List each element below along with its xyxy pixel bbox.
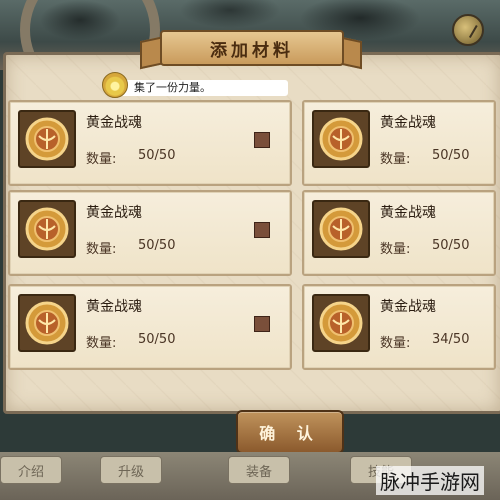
select-checkbox[interactable] <box>254 316 270 332</box>
golden-soul-icon <box>312 110 370 168</box>
material-name: 黄金战魂 <box>380 115 436 131</box>
quantity-value: 50/50 <box>138 332 176 347</box>
select-checkbox[interactable] <box>254 222 270 238</box>
quantity-label: 数量: <box>86 152 117 167</box>
quantity-label: 数量: <box>380 242 411 257</box>
material-name: 黄金战魂 <box>86 205 142 221</box>
material-name: 黄金战魂 <box>380 299 436 315</box>
dialog-title-banner: 添加材料 <box>160 30 344 66</box>
watermark: 脉冲手游网 <box>376 466 484 495</box>
confirm-button[interactable]: 确 认 <box>236 410 344 454</box>
quantity-value: 50/50 <box>138 238 176 253</box>
golden-soul-icon <box>312 200 370 258</box>
quill-icon[interactable] <box>452 14 484 46</box>
quantity-label: 数量: <box>86 242 117 257</box>
material-name: 黄金战魂 <box>86 115 142 131</box>
golden-soul-icon <box>18 200 76 258</box>
tab-upgrade[interactable]: 升级 <box>100 456 162 484</box>
quantity-label: 数量: <box>380 336 411 351</box>
material-name: 黄金战魂 <box>86 299 142 315</box>
golden-soul-icon <box>18 294 76 352</box>
select-checkbox[interactable] <box>254 132 270 148</box>
golden-soul-icon <box>18 110 76 168</box>
material-card[interactable]: 黄金战魂 数量: 50/50 <box>8 284 292 370</box>
quantity-label: 数量: <box>380 152 411 167</box>
dialog-title: 添加材料 <box>210 40 294 61</box>
quantity-value: 50/50 <box>432 148 470 163</box>
snail-icon <box>102 72 128 98</box>
material-card[interactable]: 黄金战魂 数量: 34/50 <box>302 284 496 370</box>
quantity-value: 34/50 <box>432 332 470 347</box>
quantity-value: 50/50 <box>432 238 470 253</box>
material-card[interactable]: 黄金战魂 数量: 50/50 <box>302 100 496 186</box>
tab-equipment[interactable]: 装备 <box>228 456 290 484</box>
tab-intro[interactable]: 介绍 <box>0 456 62 484</box>
quantity-value: 50/50 <box>138 148 176 163</box>
material-name: 黄金战魂 <box>380 205 436 221</box>
material-card[interactable]: 黄金战魂 数量: 50/50 <box>8 190 292 276</box>
golden-soul-icon <box>312 294 370 352</box>
material-card[interactable]: 黄金战魂 数量: 50/50 <box>302 190 496 276</box>
tooltip-text: 集了一份力量。 <box>108 80 288 96</box>
material-card[interactable]: 黄金战魂 数量: 50/50 <box>8 100 292 186</box>
quantity-label: 数量: <box>86 336 117 351</box>
